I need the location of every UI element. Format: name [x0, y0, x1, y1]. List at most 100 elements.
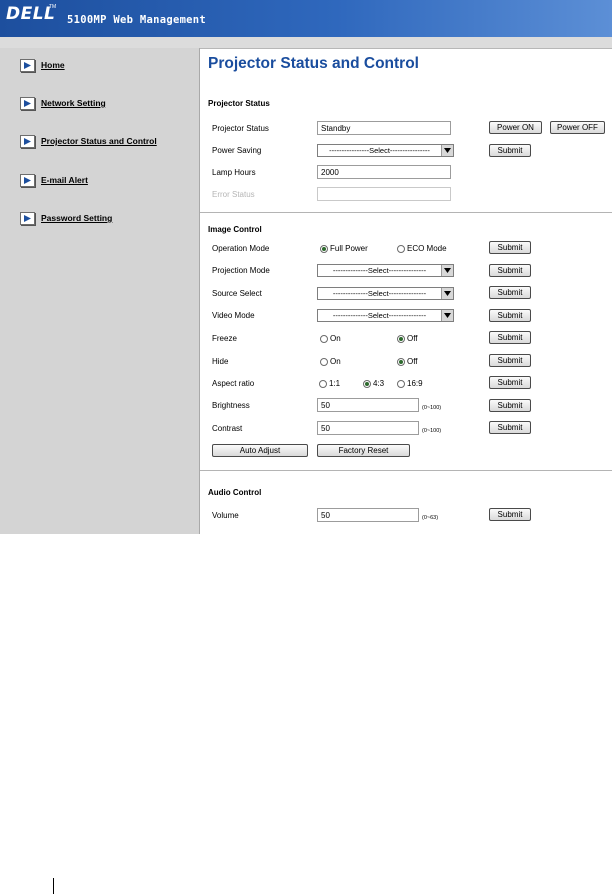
radio-button-selected: [397, 334, 405, 343]
sidebar-item-label: Network Setting: [41, 98, 106, 108]
projection-mode-label: Projection Mode: [212, 266, 270, 275]
projector-status-field[interactable]: [317, 121, 451, 135]
contrast-field[interactable]: [317, 421, 419, 435]
factory-reset-button[interactable]: Factory Reset: [317, 444, 410, 457]
radio-label: ECO Mode: [407, 244, 447, 253]
radio-eco-mode[interactable]: ECO Mode: [397, 244, 447, 253]
radio-label: On: [330, 357, 341, 366]
radio-button: [320, 334, 328, 343]
error-status-label: Error Status: [212, 190, 255, 199]
section-title-audio-control: Audio Control: [208, 488, 262, 497]
hide-label: Hide: [212, 357, 229, 366]
radio-button: [397, 379, 405, 388]
error-status-field[interactable]: [317, 187, 451, 201]
radio-label: Full Power: [330, 244, 368, 253]
aspect-ratio-submit-button[interactable]: Submit: [489, 376, 531, 389]
chevron-down-icon: [441, 145, 453, 156]
chevron-down-icon: [441, 288, 453, 299]
source-select-dropdown[interactable]: --------------Select---------------: [317, 287, 454, 300]
contrast-submit-button[interactable]: Submit: [489, 421, 531, 434]
video-mode-submit-button[interactable]: Submit: [489, 309, 531, 322]
lamp-hours-label: Lamp Hours: [212, 168, 256, 177]
projector-status-label: Projector Status: [212, 124, 269, 133]
operation-mode-label: Operation Mode: [212, 244, 270, 253]
sidebar-item-label: Password Setting: [41, 213, 113, 223]
radio-button-selected: [320, 244, 328, 253]
power-saving-label: Power Saving: [212, 146, 262, 155]
section-divider: [200, 470, 612, 471]
volume-field[interactable]: [317, 508, 419, 522]
play-arrow-icon: [20, 211, 35, 225]
volume-range: (0~63): [422, 515, 439, 521]
radio-label: 4:3: [373, 379, 385, 388]
section-title-image-control: Image Control: [208, 225, 262, 234]
chevron-down-icon: [441, 265, 453, 276]
power-saving-submit-button[interactable]: Submit: [489, 144, 531, 157]
radio-freeze-on[interactable]: On: [320, 334, 341, 343]
radio-full-power[interactable]: Full Power: [320, 244, 368, 253]
radio-label: 1:1: [329, 379, 341, 388]
main-content: Projector Status and Control Projector S…: [200, 48, 612, 534]
radio-label: Off: [407, 357, 418, 366]
sidebar-item-projector-status[interactable]: Projector Status and Control: [20, 134, 157, 148]
hide-submit-button[interactable]: Submit: [489, 354, 531, 367]
freeze-label: Freeze: [212, 334, 237, 343]
radio-freeze-off[interactable]: Off: [397, 334, 418, 343]
contrast-range: (0~100): [422, 428, 442, 434]
volume-submit-button[interactable]: Submit: [489, 508, 531, 521]
operation-mode-submit-button[interactable]: Submit: [489, 241, 531, 254]
video-mode-select[interactable]: --------------Select---------------: [317, 309, 454, 322]
power-on-button[interactable]: Power ON: [489, 121, 542, 134]
radio-button-selected: [397, 357, 405, 366]
sidebar-item-password-setting[interactable]: Password Setting: [20, 211, 112, 225]
projection-mode-value: --------------Select---------------: [332, 266, 427, 275]
volume-label: Volume: [212, 511, 239, 520]
brightness-submit-button[interactable]: Submit: [489, 399, 531, 412]
projection-mode-select[interactable]: --------------Select---------------: [317, 264, 454, 277]
sidebar-item-label: E-mail Alert: [41, 175, 88, 185]
brightness-range: (0~100): [422, 405, 442, 411]
brightness-label: Brightness: [212, 401, 250, 410]
projection-mode-submit-button[interactable]: Submit: [489, 264, 531, 277]
sidebar-item-email-alert[interactable]: E-mail Alert: [20, 173, 88, 187]
freeze-submit-button[interactable]: Submit: [489, 331, 531, 344]
power-saving-value: ----------------Select----------------: [329, 146, 430, 155]
source-select-label: Source Select: [212, 289, 262, 298]
radio-aspect-1-1[interactable]: 1:1: [319, 379, 340, 388]
radio-aspect-16-9[interactable]: 16:9: [397, 379, 423, 388]
play-arrow-icon: [20, 134, 35, 148]
power-saving-select[interactable]: ----------------Select----------------: [317, 144, 454, 157]
video-mode-value: --------------Select---------------: [332, 311, 427, 320]
radio-hide-off[interactable]: Off: [397, 357, 418, 366]
radio-hide-on[interactable]: On: [320, 357, 341, 366]
source-select-submit-button[interactable]: Submit: [489, 286, 531, 299]
sidebar: Home Network Setting Projector Status an…: [0, 48, 200, 534]
page-title: Projector Status and Control: [208, 55, 419, 72]
lamp-hours-field[interactable]: [317, 165, 451, 179]
radio-aspect-4-3[interactable]: 4:3: [363, 379, 384, 388]
sidebar-item-network-setting[interactable]: Network Setting: [20, 96, 106, 110]
section-divider: [200, 212, 612, 213]
sidebar-item-home[interactable]: Home: [20, 58, 65, 72]
section-title-projector-status: Projector Status: [208, 99, 270, 108]
aspect-ratio-label: Aspect ratio: [212, 379, 255, 388]
brightness-field[interactable]: [317, 398, 419, 412]
radio-button: [319, 379, 327, 388]
radio-label: On: [330, 334, 341, 343]
play-arrow-icon: [20, 173, 35, 187]
play-arrow-icon: [20, 58, 35, 72]
play-arrow-icon: [20, 96, 35, 110]
chevron-down-icon: [441, 310, 453, 321]
radio-button: [320, 357, 328, 366]
source-select-value: --------------Select---------------: [332, 289, 427, 298]
power-off-button[interactable]: Power OFF: [550, 121, 605, 134]
sidebar-item-label: Home: [41, 60, 65, 70]
radio-button: [397, 244, 405, 253]
dell-logo: DELL: [6, 4, 56, 24]
auto-adjust-button[interactable]: Auto Adjust: [212, 444, 308, 457]
app-title: 5100MP Web Management: [67, 14, 207, 26]
page-margin-rule: [53, 878, 54, 894]
radio-label: Off: [407, 334, 418, 343]
sidebar-item-label: Projector Status and Control: [41, 136, 157, 146]
radio-button-selected: [363, 379, 371, 388]
